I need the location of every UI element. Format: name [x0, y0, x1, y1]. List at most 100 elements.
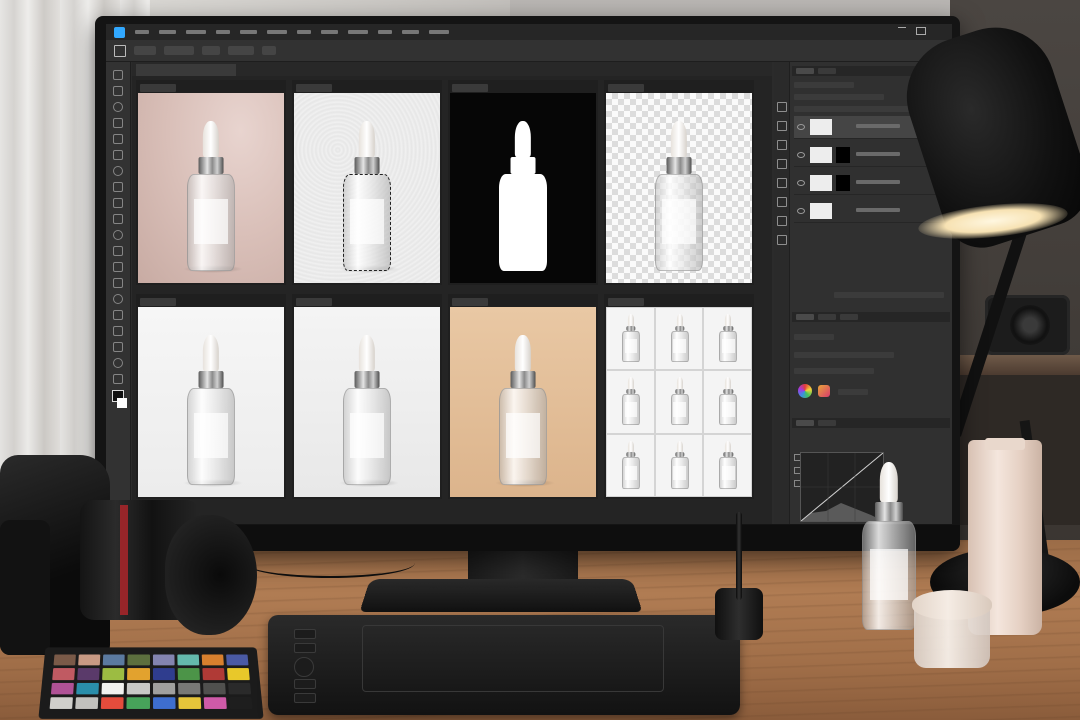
- artboard-image[interactable]: [606, 93, 752, 283]
- character-icon[interactable]: [776, 178, 787, 188]
- curves-tab[interactable]: [818, 420, 836, 426]
- artboard-image[interactable]: [450, 307, 596, 497]
- background-color-swatch[interactable]: [117, 398, 127, 408]
- canvas-area[interactable]: [132, 76, 772, 524]
- canvas-cell-2[interactable]: [292, 80, 442, 285]
- color-wheel-icon[interactable]: [798, 384, 812, 398]
- paragraph-icon[interactable]: [776, 197, 787, 207]
- canvas-cell-7[interactable]: [448, 294, 598, 499]
- properties-tab[interactable]: [796, 314, 814, 320]
- canvas-cell-4[interactable]: [604, 80, 754, 285]
- options-control[interactable]: [202, 46, 220, 55]
- blur-icon[interactable]: [113, 262, 123, 272]
- layer-mask-thumbnail[interactable]: [836, 147, 850, 163]
- frame-icon[interactable]: [113, 134, 123, 144]
- menu-help[interactable]: [429, 30, 449, 34]
- dropper-bottle: [670, 440, 689, 489]
- dropper-bottle-product: [862, 462, 916, 630]
- menu-image[interactable]: [186, 30, 206, 34]
- document-tab[interactable]: [136, 64, 236, 76]
- options-control[interactable]: [134, 46, 156, 55]
- artboard-image[interactable]: [138, 93, 284, 283]
- eye-icon[interactable]: [797, 180, 805, 186]
- dropper-bottle: [187, 335, 235, 485]
- type-icon[interactable]: [113, 310, 123, 320]
- photoshop-icon[interactable]: [114, 26, 125, 38]
- canvas-cell-1[interactable]: [136, 80, 286, 285]
- eye-icon[interactable]: [797, 208, 805, 214]
- eye-icon[interactable]: [797, 152, 805, 158]
- healing-icon[interactable]: [113, 166, 123, 176]
- channels-tab[interactable]: [818, 68, 836, 74]
- dodge-icon[interactable]: [113, 278, 123, 288]
- options-control[interactable]: [164, 46, 194, 55]
- lock-bar[interactable]: [794, 106, 914, 112]
- canvas-cell-8[interactable]: [604, 294, 754, 499]
- layer-row[interactable]: [794, 172, 948, 195]
- stamp-icon[interactable]: [113, 198, 123, 208]
- info-icon[interactable]: [776, 235, 787, 245]
- eraser-icon[interactable]: [113, 230, 123, 240]
- minimize-icon[interactable]: [898, 27, 906, 36]
- canvas-cell-6[interactable]: [292, 294, 442, 499]
- shape-icon[interactable]: [113, 342, 123, 352]
- camera-grip: [0, 520, 50, 655]
- canvas-cell-5[interactable]: [136, 294, 286, 499]
- menu-file[interactable]: [135, 30, 149, 34]
- menu-select[interactable]: [267, 30, 287, 34]
- hand-icon[interactable]: [113, 358, 123, 368]
- close-icon[interactable]: [936, 27, 944, 35]
- eyedropper-icon[interactable]: [113, 150, 123, 160]
- palette-icon[interactable]: [818, 385, 830, 397]
- artboard-image[interactable]: [606, 307, 752, 497]
- zoom-icon[interactable]: [113, 374, 123, 384]
- canvas-cell-3[interactable]: [448, 80, 598, 285]
- color-swatch: [77, 668, 100, 680]
- menu-3d[interactable]: [321, 30, 338, 34]
- layers-tab[interactable]: [796, 68, 814, 74]
- color-swatch: [152, 668, 175, 680]
- menu-plugins[interactable]: [378, 30, 392, 34]
- brush-settings-icon[interactable]: [776, 159, 787, 169]
- options-control[interactable]: [262, 46, 276, 55]
- menu-view[interactable]: [348, 30, 368, 34]
- layer-filter-bar[interactable]: [794, 82, 854, 88]
- pen-icon[interactable]: [113, 294, 123, 304]
- layer-thumbnail: [810, 203, 832, 219]
- brush-icon[interactable]: [113, 182, 123, 192]
- move-icon[interactable]: [113, 70, 123, 80]
- swatches-icon[interactable]: [776, 140, 787, 150]
- gradient-icon[interactable]: [113, 246, 123, 256]
- artboard-image[interactable]: [138, 307, 284, 497]
- history-icon[interactable]: [776, 102, 787, 112]
- history-brush-icon[interactable]: [113, 214, 123, 224]
- marquee-icon[interactable]: [113, 86, 123, 96]
- artboard-image[interactable]: [450, 93, 596, 283]
- eye-icon[interactable]: [797, 124, 805, 130]
- menu-window[interactable]: [402, 30, 419, 34]
- menu-filter[interactable]: [297, 30, 311, 34]
- layer-row[interactable]: [794, 200, 948, 223]
- crop-icon[interactable]: [113, 118, 123, 128]
- adjustments-tab[interactable]: [818, 314, 836, 320]
- path-select-icon[interactable]: [113, 326, 123, 336]
- lasso-icon[interactable]: [113, 102, 123, 112]
- blend-mode-bar[interactable]: [794, 94, 884, 100]
- artboard-image[interactable]: [294, 307, 440, 497]
- menu-edit[interactable]: [159, 30, 176, 34]
- color-swatch: [228, 697, 253, 709]
- artboard-image[interactable]: [294, 93, 440, 283]
- menu-layer[interactable]: [216, 30, 230, 34]
- maximize-icon[interactable]: [916, 27, 926, 35]
- home-icon[interactable]: [114, 44, 126, 57]
- menu-type[interactable]: [240, 30, 257, 34]
- options-control[interactable]: [228, 46, 254, 55]
- color-icon[interactable]: [776, 121, 787, 131]
- artboard-label: [608, 84, 644, 92]
- layer-mask-thumbnail[interactable]: [836, 175, 850, 191]
- layer-actions-bar[interactable]: [834, 292, 944, 298]
- contact-sheet-cell: [654, 433, 704, 497]
- histogram-tab[interactable]: [796, 420, 814, 426]
- actions-icon[interactable]: [776, 216, 787, 226]
- libraries-tab[interactable]: [840, 314, 858, 320]
